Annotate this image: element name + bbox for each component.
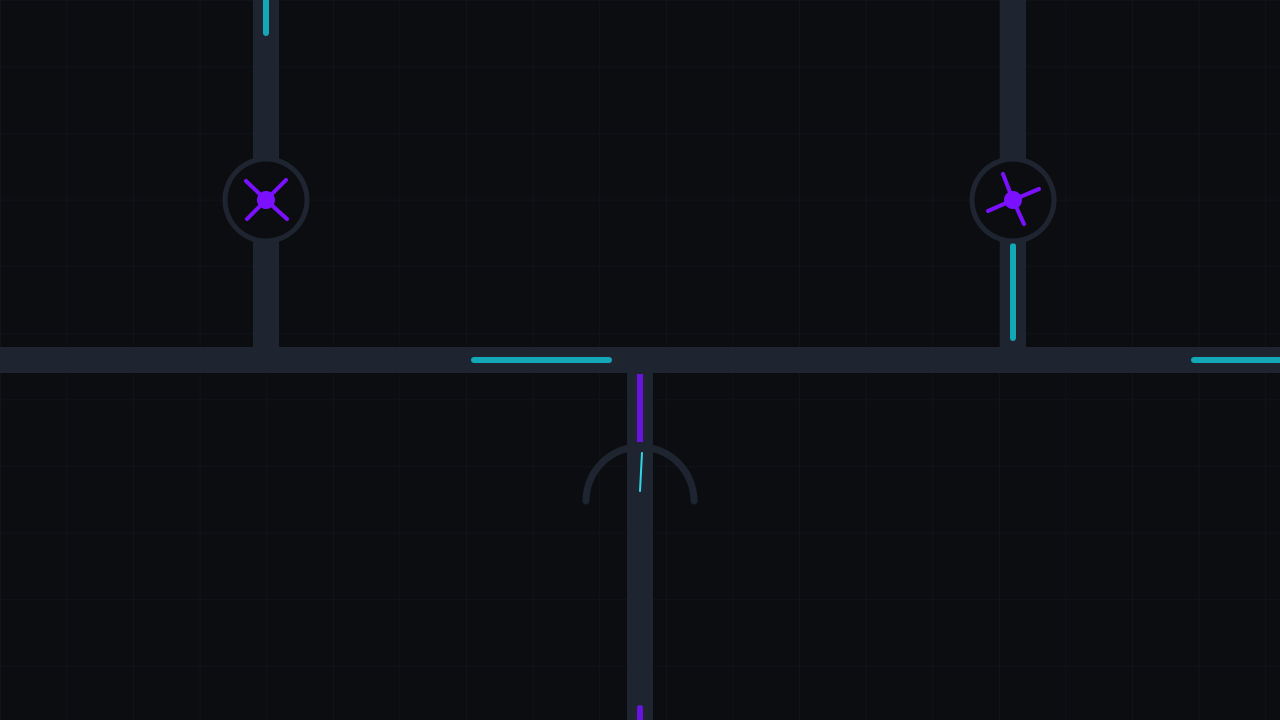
left-valve[interactable] bbox=[222, 156, 310, 244]
right-valve[interactable] bbox=[969, 156, 1057, 244]
pipe-network-diagram bbox=[0, 0, 1280, 720]
